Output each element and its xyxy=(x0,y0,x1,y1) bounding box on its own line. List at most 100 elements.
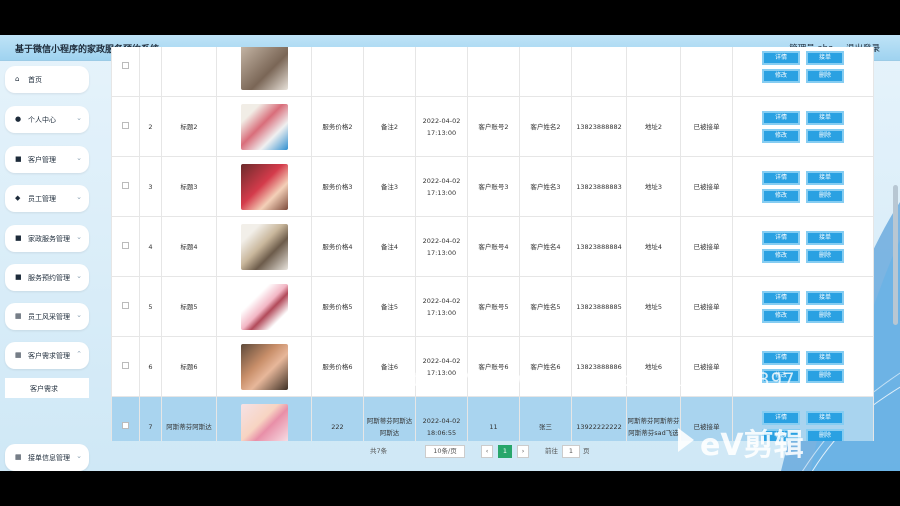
sidebar-item-2[interactable]: ■ 客户管理 ⌄ xyxy=(5,146,89,173)
cell-status: 已被接单 xyxy=(680,276,733,337)
accept-order-button[interactable]: 接单 xyxy=(806,290,844,305)
row-checkbox[interactable] xyxy=(122,361,129,369)
cell-account: 11 xyxy=(467,396,520,441)
sidebar-item-4[interactable]: ■ 家政服务管理 ⌄ xyxy=(5,225,89,252)
home-icon: ⌂ xyxy=(15,75,20,83)
cell-index: 2 xyxy=(139,96,162,157)
cell-phone: 13823888883 xyxy=(571,156,627,217)
cell-image xyxy=(216,96,312,157)
cell-status: 已被接单 xyxy=(680,156,733,217)
sidebar-item-5[interactable]: ■ 服务预约管理 ⌄ xyxy=(5,264,89,291)
accept-order-button[interactable]: 接单 xyxy=(806,410,844,425)
service-icon: ■ xyxy=(15,234,22,242)
pager-total: 共7条 xyxy=(370,447,388,455)
logo-text: eV剪辑 xyxy=(700,428,804,463)
cell-index: 4 xyxy=(139,216,162,277)
delete-button[interactable]: 删除 xyxy=(806,128,844,143)
edit-button[interactable]: 修改 xyxy=(762,188,800,203)
row-checkbox-cell xyxy=(111,276,140,337)
edit-button[interactable]: 修改 xyxy=(762,308,800,323)
cell-customer-name xyxy=(519,47,572,97)
sidebar-item-label: 员工风采管理 xyxy=(28,313,70,321)
delete-button[interactable]: 删除 xyxy=(806,188,844,203)
cell-phone: 13922222222 xyxy=(571,396,627,441)
delete-button[interactable]: 删除 xyxy=(806,68,844,83)
detail-button[interactable]: 详情 xyxy=(762,230,800,245)
row-checkbox[interactable] xyxy=(122,301,129,309)
edit-button[interactable]: 修改 xyxy=(762,128,800,143)
cell-phone xyxy=(571,47,627,97)
cell-title: 标题2 xyxy=(161,96,217,157)
cell-price: 服务价格5 xyxy=(311,276,364,337)
cell-datetime: 2022-04-02 17:13:00 xyxy=(415,276,468,337)
cell-image xyxy=(216,156,312,217)
accept-order-button[interactable]: 接单 xyxy=(806,170,844,185)
accept-order-button[interactable]: 接单 xyxy=(806,110,844,125)
sidebar-item-6[interactable]: ▦ 员工风采管理 ⌄ xyxy=(5,303,89,330)
cell-phone: 13823888884 xyxy=(571,216,627,277)
detail-button[interactable]: 详情 xyxy=(762,110,800,125)
table-row[interactable]: 2 标题2 服务价格2 备注2 2022-04-02 17:13:00 客户账号2 客户姓名… xyxy=(111,96,874,157)
user-icon: ● xyxy=(15,115,22,123)
cell-note: 阿斯蒂芬阿斯达阿斯达 xyxy=(363,396,416,441)
page-size-select[interactable]: 10条/页 xyxy=(425,445,465,458)
table-row[interactable]: 详情 接单 修改 删除 xyxy=(111,47,874,97)
cell-index: 7 xyxy=(139,396,162,441)
cell-actions: 详情 接单 修改 删除 xyxy=(732,216,874,277)
detail-button[interactable]: 详情 xyxy=(762,290,800,305)
table-row[interactable]: 5 标题5 服务价格5 备注5 2022-04-02 17:13:00 客户账号5 客户姓名… xyxy=(111,276,874,337)
cell-customer-name: 客户姓名2 xyxy=(519,96,572,157)
delete-button[interactable]: 删除 xyxy=(806,308,844,323)
service-thumbnail xyxy=(240,343,288,390)
pager-goto-label: 前往 xyxy=(545,447,558,455)
row-checkbox[interactable] xyxy=(122,241,129,249)
sidebar-item-9[interactable]: ▦ 接单信息管理 ⌄ xyxy=(5,444,89,471)
edit-button[interactable]: 修改 xyxy=(762,68,800,83)
detail-button[interactable]: 详情 xyxy=(762,350,800,365)
row-checkbox[interactable] xyxy=(122,421,129,429)
sidebar-item-7[interactable]: ▦ 客户需求管理 ⌃ xyxy=(5,342,89,369)
page-jump-input[interactable]: 1 xyxy=(562,445,580,458)
delete-button[interactable]: 删除 xyxy=(806,428,844,441)
cell-account: 客户账号3 xyxy=(467,156,520,217)
row-checkbox[interactable] xyxy=(122,61,129,69)
page-scrollbar[interactable] xyxy=(893,185,898,325)
cell-image xyxy=(216,216,312,277)
cell-price: 服务价格2 xyxy=(311,96,364,157)
next-page-button[interactable]: › xyxy=(517,445,529,458)
sidebar-item-0[interactable]: ⌂ 首页 xyxy=(5,66,89,93)
delete-button[interactable]: 删除 xyxy=(806,368,844,383)
cell-actions: 详情 接单 修改 删除 xyxy=(732,96,874,157)
page-number-current[interactable]: 1 xyxy=(498,445,512,458)
accept-order-button[interactable]: 接单 xyxy=(806,230,844,245)
delete-button[interactable]: 删除 xyxy=(806,248,844,263)
grid-icon: ▦ xyxy=(15,453,22,461)
row-checkbox-cell xyxy=(111,336,140,397)
sidebar-subitem-customer-demand[interactable]: 客户需求 xyxy=(5,378,89,398)
table-row[interactable]: 3 标题3 服务价格3 备注3 2022-04-02 17:13:00 客户账号3 客户姓名… xyxy=(111,156,874,217)
table-row[interactable]: 4 标题4 服务价格4 备注4 2022-04-02 17:13:00 客户账号4 客户姓名… xyxy=(111,216,874,277)
service-thumbnail xyxy=(240,47,288,90)
cell-price: 服务价格4 xyxy=(311,216,364,277)
accept-order-button[interactable]: 接单 xyxy=(806,50,844,65)
sidebar-item-3[interactable]: ◆ 员工管理 ⌄ xyxy=(5,185,89,212)
chevron-icon: ⌄ xyxy=(76,114,82,122)
cell-index: 6 xyxy=(139,336,162,397)
booking-icon: ■ xyxy=(15,273,22,281)
row-checkbox[interactable] xyxy=(122,121,129,129)
cell-customer-name: 客户姓名5 xyxy=(519,276,572,337)
cell-datetime: 2022-04-02 18:06:55 xyxy=(415,396,468,441)
cell-actions: 详情 接单 修改 删除 xyxy=(732,156,874,217)
detail-button[interactable]: 详情 xyxy=(762,170,800,185)
cell-index: 3 xyxy=(139,156,162,217)
detail-button[interactable]: 详情 xyxy=(762,50,800,65)
cell-status xyxy=(680,47,733,97)
prev-page-button[interactable]: ‹ xyxy=(481,445,493,458)
cell-address: 地址2 xyxy=(626,96,681,157)
sidebar-item-1[interactable]: ● 个人中心 ⌄ xyxy=(5,106,89,133)
sidebar-item-label: 员工管理 xyxy=(28,195,56,203)
cell-status: 已被接单 xyxy=(680,216,733,277)
edit-button[interactable]: 修改 xyxy=(762,248,800,263)
accept-order-button[interactable]: 接单 xyxy=(806,350,844,365)
row-checkbox[interactable] xyxy=(122,181,129,189)
